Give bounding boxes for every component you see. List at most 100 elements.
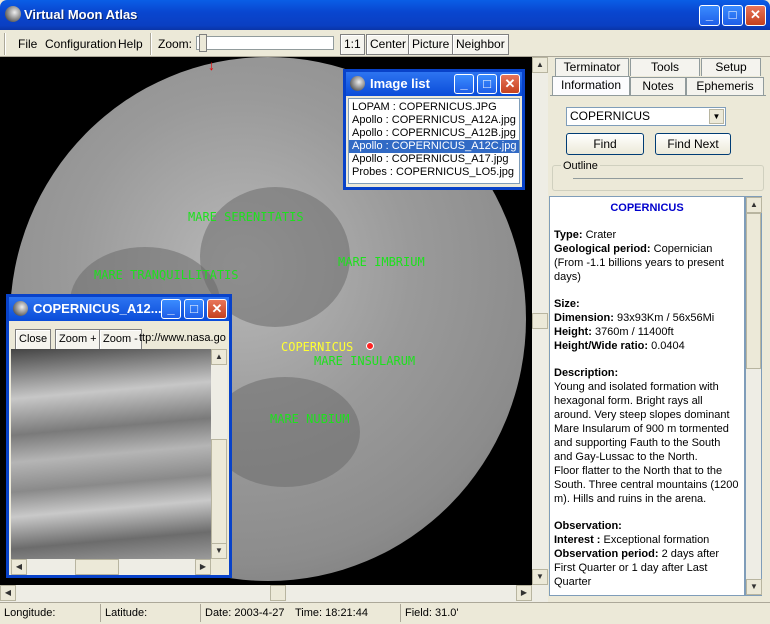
tab-terminator[interactable]: Terminator <box>555 58 629 76</box>
description-text-1: Young and isolated formation with hexago… <box>554 381 730 463</box>
label-mare-imbrium[interactable]: MARE IMBRIUM <box>338 255 425 269</box>
mare-nubium-area <box>210 377 360 487</box>
moon-icon <box>350 76 365 91</box>
image-list-item[interactable]: Apollo : COPERNICUS_A17.jpg <box>349 153 519 166</box>
zoom-out-button[interactable]: Zoom - <box>99 329 142 350</box>
image-url: ttp://www.nasa.go <box>139 332 226 344</box>
geo-note: (From -1.1 billions years to present day… <box>554 257 724 283</box>
image-list-item[interactable]: Apollo : COPERNICUS_A12B.jpg <box>349 127 519 140</box>
minimize-button[interactable]: _ <box>699 5 720 26</box>
ratio-value: 0.0404 <box>648 340 685 352</box>
image-list-titlebar[interactable]: Image list _ □ ✕ <box>346 72 522 96</box>
tab-notes[interactable]: Notes <box>630 77 686 95</box>
geo-label: Geological period: <box>554 243 651 255</box>
scroll-up-button[interactable]: ▲ <box>532 57 548 73</box>
scroll-right-button[interactable]: ▶ <box>516 585 532 601</box>
image-list-item[interactable]: LOPAM : COPERNICUS.JPG <box>349 101 519 114</box>
geo-value: Copernician <box>650 243 713 255</box>
label-mare-serenitatis[interactable]: MARE SERENITATIS <box>188 210 304 224</box>
toolbar-grip <box>4 33 6 55</box>
image-list-close-button[interactable]: ✕ <box>500 74 520 94</box>
title-bar: Virtual Moon Atlas _ □ ✕ <box>0 0 770 30</box>
one-to-one-button[interactable]: 1:1 <box>340 34 365 55</box>
viewer-close-button[interactable]: ✕ <box>207 299 227 319</box>
menu-configuration[interactable]: Configuration <box>45 37 116 51</box>
close-button[interactable]: ✕ <box>745 5 766 26</box>
image-viewer-title: COPERNICUS_A12... <box>33 301 162 316</box>
lunar-photo[interactable] <box>11 349 211 559</box>
viewer-vscroll-thumb[interactable] <box>211 439 227 549</box>
zoom-in-button[interactable]: Zoom + <box>55 329 101 350</box>
zoom-label: Zoom: <box>158 37 193 51</box>
viewer-minimize-button[interactable]: _ <box>161 299 181 319</box>
height-value: 3760m / 11400ft <box>591 326 674 338</box>
search-combo[interactable]: COPERNICUS ▼ <box>566 107 726 126</box>
ratio-label: Height/Wide ratio: <box>554 340 649 352</box>
interest-label: Interest : <box>554 534 601 546</box>
image-viewer-titlebar[interactable]: COPERNICUS_A12... _ □ ✕ <box>9 297 229 321</box>
horizontal-scroll-thumb[interactable] <box>270 585 286 601</box>
image-viewer-window: COPERNICUS_A12... _ □ ✕ Close Zoom + Zoo… <box>6 294 232 578</box>
dim-value: 93x93Km / 56x56Mi <box>613 312 715 324</box>
scroll-left-button[interactable]: ◀ <box>0 585 16 601</box>
zoom-slider-thumb[interactable] <box>199 34 207 52</box>
info-panel: COPERNICUS Type: Crater Geological perio… <box>549 196 745 596</box>
chevron-down-icon[interactable]: ▼ <box>709 109 724 124</box>
viewer-close-btn[interactable]: Close <box>15 329 52 350</box>
zoom-slider[interactable] <box>196 34 334 52</box>
image-list-item[interactable]: Apollo : COPERNICUS_A12C.jpg <box>349 140 519 153</box>
observation-heading: Observation: <box>554 520 622 532</box>
vertical-scroll-thumb[interactable] <box>532 313 548 329</box>
label-mare-insularum[interactable]: MARE INSULARUM <box>314 354 415 368</box>
viewer-horizontal-scrollbar[interactable]: ◀ ▶ <box>11 559 211 575</box>
scroll-down-button[interactable]: ▼ <box>532 569 548 585</box>
viewer-scroll-down-button[interactable]: ▼ <box>211 543 227 559</box>
tab-tools[interactable]: Tools <box>630 58 700 76</box>
label-mare-tranquillitatis[interactable]: MARE TRANQUILLITATIS <box>94 268 239 282</box>
label-copernicus[interactable]: COPERNICUS <box>281 340 353 354</box>
image-list-maximize-button[interactable]: □ <box>477 74 497 94</box>
type-label: Type: <box>554 229 583 241</box>
tab-information[interactable]: Information <box>552 76 630 96</box>
viewer-scroll-up-button[interactable]: ▲ <box>211 349 227 365</box>
dim-label: Dimension: <box>554 312 614 324</box>
interest-value: Exceptional formation <box>600 534 710 546</box>
info-scroll-up-button[interactable]: ▲ <box>746 197 762 213</box>
image-list-item[interactable]: Probes : COPERNICUS_LO5.jpg <box>349 166 519 179</box>
label-mare-nubium[interactable]: MARE NUBIUM <box>270 412 349 426</box>
horizontal-scrollbar[interactable]: ◀ ▶ <box>0 585 548 602</box>
info-scroll-down-button[interactable]: ▼ <box>746 579 762 595</box>
image-list-item[interactable]: Apollo : COPERNICUS_A12A.jpg <box>349 114 519 127</box>
description-heading: Description: <box>554 367 619 379</box>
info-title: COPERNICUS <box>610 202 684 214</box>
period-label: Observation period: <box>554 548 659 560</box>
outline-label: Outline <box>561 160 600 172</box>
viewer-hscroll-thumb[interactable] <box>75 559 119 575</box>
outline-group: Outline <box>552 160 764 191</box>
maximize-button[interactable]: □ <box>722 5 743 26</box>
picture-button[interactable]: Picture <box>408 34 454 55</box>
menu-help[interactable]: Help <box>118 37 143 51</box>
tab-divider <box>550 95 766 96</box>
viewer-scroll-right-button[interactable]: ▶ <box>195 559 211 575</box>
info-scroll-thumb[interactable] <box>746 213 761 369</box>
menu-file[interactable]: File <box>18 37 37 51</box>
height-label: Height: <box>554 326 592 338</box>
type-value: Crater <box>582 229 617 241</box>
viewer-maximize-button[interactable]: □ <box>184 299 204 319</box>
find-next-button[interactable]: Find Next <box>655 133 731 155</box>
viewer-vertical-scrollbar[interactable]: ▲ ▼ <box>211 349 227 559</box>
image-list-minimize-button[interactable]: _ <box>454 74 474 94</box>
moon-icon <box>13 301 28 316</box>
viewer-scroll-left-button[interactable]: ◀ <box>11 559 27 575</box>
find-button[interactable]: Find <box>566 133 644 155</box>
outline-slider[interactable] <box>573 178 743 180</box>
vertical-scrollbar[interactable]: ▲ ▼ <box>532 57 548 585</box>
center-button[interactable]: Center <box>366 34 411 55</box>
info-scrollbar[interactable]: ▲ ▼ <box>745 196 762 596</box>
image-list-title: Image list <box>370 76 430 91</box>
tab-ephemeris[interactable]: Ephemeris <box>686 77 764 95</box>
description-text-2: Floor flatter to the North that to the S… <box>554 465 739 505</box>
neighbor-button[interactable]: Neighbor <box>452 34 509 55</box>
tab-setup[interactable]: Setup <box>701 58 761 76</box>
